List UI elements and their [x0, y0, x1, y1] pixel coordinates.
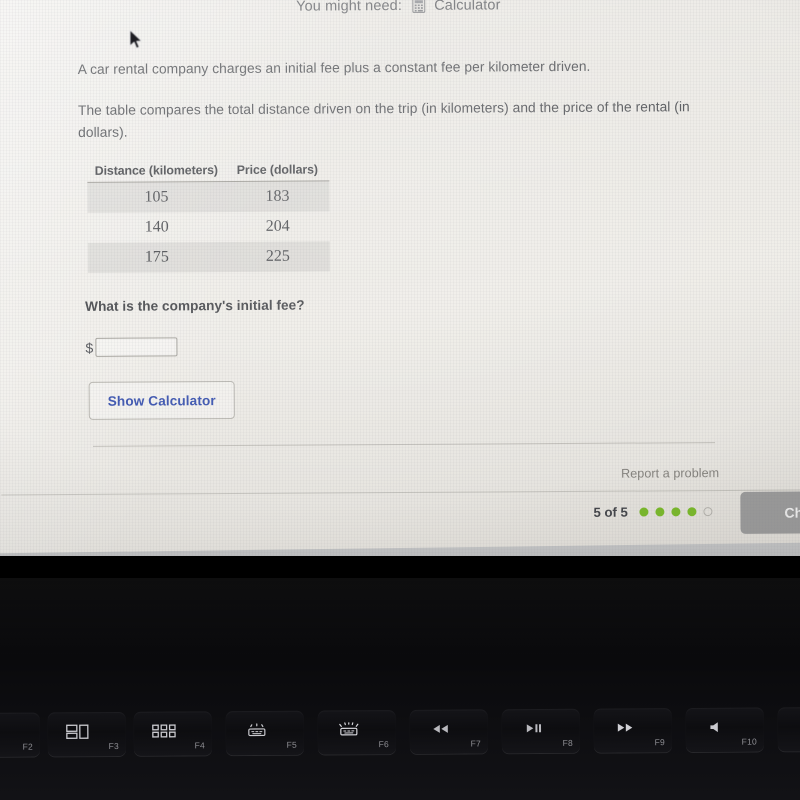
cell-distance: 175	[144, 248, 169, 266]
keyboard-backlight-down-icon	[226, 723, 288, 738]
footer-divider	[1, 489, 800, 496]
app-grid-icon	[134, 723, 196, 738]
keyboard: F2 F3 F4 F5 F6 F7 F8 F9 F10	[0, 706, 800, 800]
problem-paragraph-2: The table compares the total distance dr…	[77, 99, 690, 140]
key-f7-label: F7	[470, 738, 481, 749]
task-view-icon	[48, 724, 110, 739]
cell-distance: 140	[144, 218, 169, 236]
key-f2[interactable]: F2	[0, 712, 41, 758]
table-row: 105 183	[87, 181, 330, 213]
key-f6-label: F6	[378, 739, 389, 750]
fast-forward-icon	[594, 720, 656, 735]
you-might-need-row: You might need: Calculator	[0, 0, 798, 16]
bezel-sheen	[0, 578, 800, 698]
key-f8[interactable]: F8	[501, 708, 580, 754]
laptop-body: F2 F3 F4 F5 F6 F7 F8 F9 F10	[0, 578, 800, 800]
mute-icon	[686, 720, 748, 735]
cell-price: 183	[265, 187, 290, 205]
cell-price: 225	[265, 247, 290, 265]
progress-indicator: 5 of 5	[593, 504, 713, 520]
show-calculator-button[interactable]: Show Calculator	[88, 381, 235, 420]
key-f9-label: F9	[654, 737, 665, 748]
table-header-row: Distance (kilometers) Price (dollars)	[87, 162, 330, 183]
content-divider	[93, 442, 716, 447]
progress-dot-filled	[687, 507, 697, 517]
mouse-pointer-icon	[128, 29, 144, 51]
laptop-screen: You might need: Calculator A car rental …	[0, 0, 800, 556]
key-f4[interactable]: F4	[133, 711, 212, 756]
key-f10[interactable]: F10	[685, 707, 764, 753]
data-table: Distance (kilometers) Price (dollars) 10…	[87, 162, 330, 273]
report-a-problem-link[interactable]: Report a problem	[621, 466, 719, 481]
exercise-page: You might need: Calculator A car rental …	[0, 0, 800, 556]
calculator-label[interactable]: Calculator	[434, 0, 500, 14]
key-f5[interactable]: F5	[225, 710, 304, 756]
key-f7[interactable]: F7	[409, 709, 488, 754]
progress-label: 5 of 5	[593, 504, 628, 520]
you-might-need-label: You might need:	[296, 0, 402, 15]
table-row: 140 204	[88, 211, 330, 242]
currency-symbol: $	[85, 339, 94, 356]
table-row: 175 225	[87, 241, 330, 273]
column-header-price: Price (dollars)	[236, 162, 318, 177]
play-pause-icon	[502, 721, 564, 736]
keyboard-backlight-up-icon	[318, 722, 380, 737]
key-f9[interactable]: F9	[593, 708, 672, 753]
key-f4-label: F4	[194, 740, 205, 751]
progress-dot-filled	[671, 507, 681, 517]
key-f11[interactable]	[777, 706, 800, 752]
progress-dots	[639, 507, 713, 517]
calculator-icon	[412, 0, 426, 13]
progress-dot-filled	[639, 507, 649, 517]
answer-input[interactable]	[95, 337, 178, 357]
question-text: What is the company's initial fee?	[85, 297, 305, 314]
key-f3[interactable]: F3	[47, 711, 126, 757]
problem-paragraph-1: A car rental company charges an initial …	[77, 58, 591, 77]
key-f10-label: F10	[741, 736, 757, 747]
key-f3-label: F3	[108, 740, 119, 752]
key-f8-label: F8	[562, 737, 573, 748]
check-button[interactable]: Ch	[740, 491, 800, 534]
cell-distance: 105	[144, 188, 169, 206]
key-f6[interactable]: F6	[317, 710, 396, 755]
key-f2-label: F2	[22, 741, 33, 752]
column-header-distance: Distance (kilometers)	[94, 163, 218, 178]
rewind-icon	[410, 721, 472, 736]
progress-dot-empty	[703, 507, 713, 517]
key-f5-label: F5	[286, 739, 297, 750]
answer-row: $	[85, 337, 178, 357]
progress-dot-filled	[655, 507, 665, 517]
photo-of-laptop-screen: You might need: Calculator A car rental …	[0, 0, 800, 800]
cell-price: 204	[265, 217, 290, 235]
